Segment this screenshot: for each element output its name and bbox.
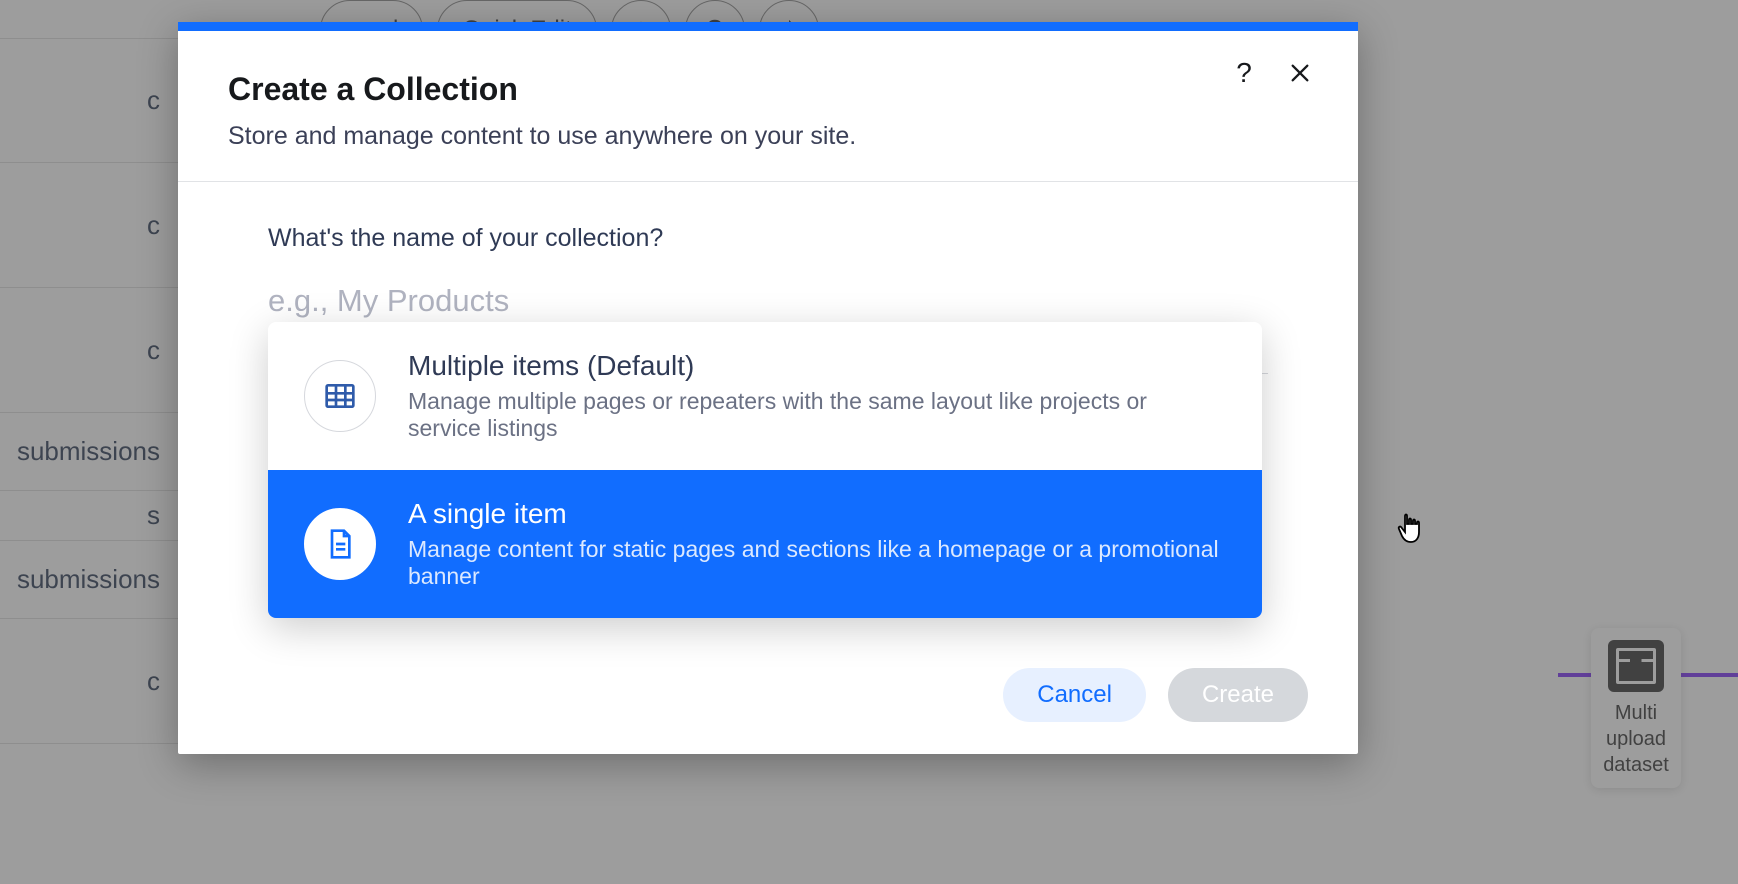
table-icon bbox=[304, 360, 376, 432]
create-button[interactable]: Create bbox=[1168, 668, 1308, 722]
option-text: A single item Manage content for static … bbox=[408, 498, 1226, 590]
cancel-button[interactable]: Cancel bbox=[1003, 668, 1146, 722]
modal-header: Create a Collection Store and manage con… bbox=[178, 31, 1358, 182]
collection-name-label: What's the name of your collection? bbox=[268, 224, 1268, 253]
option-single-item[interactable]: A single item Manage content for static … bbox=[268, 470, 1262, 618]
close-icon[interactable] bbox=[1282, 55, 1318, 91]
modal-title: Create a Collection bbox=[228, 71, 1308, 108]
option-title: A single item bbox=[408, 498, 1226, 530]
help-icon[interactable]: ? bbox=[1226, 55, 1262, 91]
modal-footer: Cancel Create bbox=[1003, 668, 1308, 722]
document-icon bbox=[304, 508, 376, 580]
modal-body: What's the name of your collection? Mult… bbox=[178, 182, 1358, 374]
option-multiple-items[interactable]: Multiple items (Default) Manage multiple… bbox=[268, 322, 1262, 470]
option-desc: Manage content for static pages and sect… bbox=[408, 536, 1226, 590]
option-desc: Manage multiple pages or repeaters with … bbox=[408, 388, 1226, 442]
modal-accent-bar bbox=[178, 22, 1358, 31]
create-collection-modal: Create a Collection Store and manage con… bbox=[178, 22, 1358, 754]
option-title: Multiple items (Default) bbox=[408, 350, 1226, 382]
collection-type-dropdown: Multiple items (Default) Manage multiple… bbox=[268, 322, 1262, 618]
option-text: Multiple items (Default) Manage multiple… bbox=[408, 350, 1226, 442]
modal-subtitle: Store and manage content to use anywhere… bbox=[228, 122, 1308, 151]
